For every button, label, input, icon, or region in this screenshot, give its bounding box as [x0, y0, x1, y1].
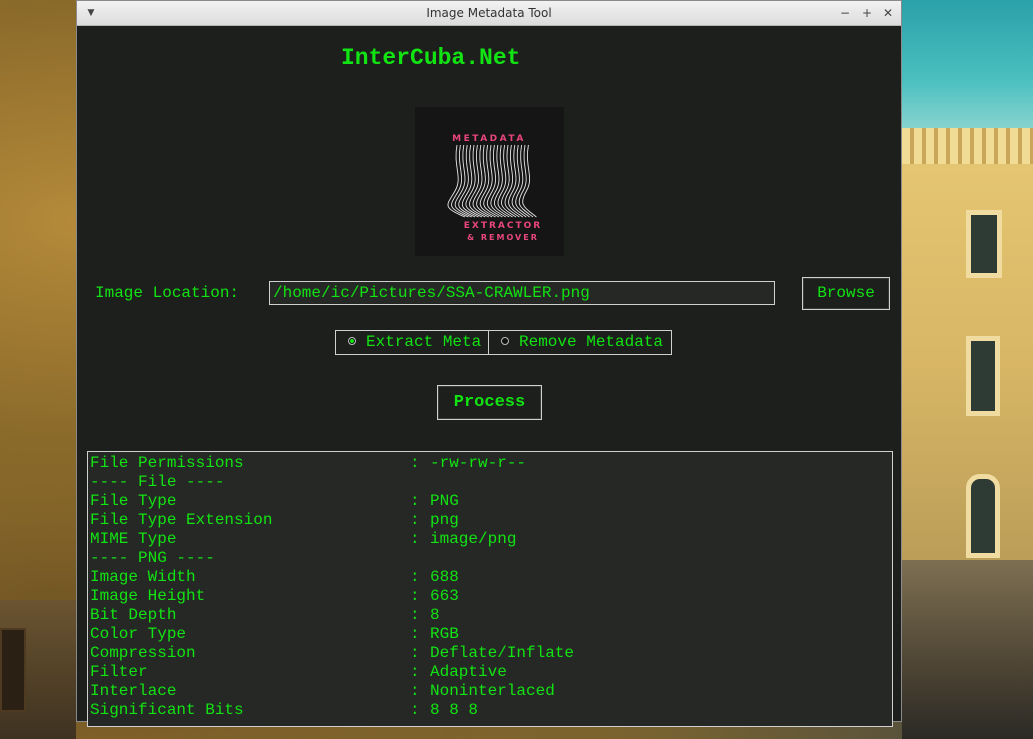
metadata-key: Color Type	[90, 625, 187, 643]
metadata-row: Interlace: Noninterlaced	[88, 682, 892, 701]
logo-wave-lines	[447, 144, 537, 218]
wallpaper-doorway	[966, 474, 1000, 558]
metadata-sep: :	[410, 530, 420, 548]
remove-metadata-label: Remove Metadata	[519, 333, 664, 351]
extract-metadata-label: Extract Meta	[366, 333, 482, 351]
metadata-value: PNG	[430, 492, 459, 510]
metadata-row: File Type Extension: png	[88, 511, 892, 530]
wallpaper-left-door	[0, 628, 26, 712]
metadata-row: ---- File ----	[88, 473, 892, 492]
metadata-key: File Permissions	[90, 454, 244, 472]
metadata-sep: :	[410, 492, 420, 510]
metadata-row: MIME Type: image/png	[88, 530, 892, 549]
browse-button[interactable]: Browse	[802, 277, 890, 310]
metadata-row: ---- PNG ----	[88, 549, 892, 568]
mode-radio-group: Extract Meta Remove Metadata	[335, 330, 672, 355]
image-location-input[interactable]	[269, 281, 775, 305]
metadata-key: ---- PNG ----	[90, 549, 215, 567]
metadata-value: image/png	[430, 530, 517, 548]
app-heading: InterCuba.Net	[341, 45, 521, 71]
metadata-value: -rw-rw-r--	[430, 454, 527, 472]
extract-metadata-radio[interactable]: Extract Meta	[336, 331, 488, 354]
metadata-key: File Type Extension	[90, 511, 273, 529]
metadata-key: Image Height	[90, 587, 206, 605]
metadata-sep: :	[410, 682, 420, 700]
logo-top-text: METADATA	[452, 134, 526, 144]
app-logo: METADATA EXTRACTOR & REMOVER	[415, 107, 564, 256]
wallpaper-window	[966, 336, 1000, 416]
window-title: Image Metadata Tool	[426, 6, 552, 20]
maximize-icon[interactable]: +	[859, 1, 875, 25]
logo-bottom-text-2: & REMOVER	[467, 233, 539, 242]
wallpaper-window	[966, 210, 1002, 278]
metadata-key: ---- File ----	[90, 473, 225, 491]
remove-metadata-radio[interactable]: Remove Metadata	[488, 331, 671, 354]
wallpaper-cornice	[902, 128, 1033, 164]
metadata-sep: :	[410, 568, 420, 586]
wallpaper-sky	[902, 0, 1033, 135]
image-location-label: Image Location:	[95, 284, 240, 302]
metadata-row: Significant Bits:8 8 8	[88, 701, 892, 720]
metadata-value: 688	[430, 568, 459, 586]
metadata-key: Significant Bits	[90, 701, 244, 719]
metadata-value: RGB	[430, 625, 459, 643]
metadata-value: 8 8 8	[430, 701, 479, 719]
metadata-key: Compression	[90, 644, 196, 662]
metadata-key: Interlace	[90, 682, 177, 700]
radio-unselected-icon	[501, 336, 509, 345]
title-bar[interactable]: ▼ Image Metadata Tool − + ✕	[77, 1, 901, 26]
metadata-sep: :	[410, 454, 420, 472]
metadata-key: Image Width	[90, 568, 196, 586]
metadata-row: Filter: Adaptive	[88, 663, 892, 682]
metadata-value: 663	[430, 587, 459, 605]
window-content: InterCuba.Net METADATA EXTRACTOR & REMOV…	[77, 25, 901, 727]
metadata-value: Adaptive	[430, 663, 507, 681]
metadata-sep: :	[410, 625, 420, 643]
radio-selected-icon	[348, 336, 356, 345]
metadata-sep: :	[410, 663, 420, 681]
metadata-value: Noninterlaced	[430, 682, 555, 700]
metadata-sep: :	[410, 644, 420, 662]
metadata-value: Deflate/Inflate	[430, 644, 575, 662]
metadata-value: png	[430, 511, 459, 529]
metadata-output-textarea[interactable]: File Permissions: -rw-rw-r-- ---- File ---…	[87, 451, 893, 727]
metadata-rows: File Permissions: -rw-rw-r-- ---- File ---…	[88, 452, 892, 720]
logo-bottom-text-1: EXTRACTOR	[464, 221, 542, 231]
metadata-row: Color Type: RGB	[88, 625, 892, 644]
metadata-sep: :	[410, 511, 420, 529]
app-window: ▼ Image Metadata Tool − + ✕ InterCuba.Ne…	[76, 0, 902, 727]
metadata-value: 8	[430, 606, 440, 624]
metadata-key: Bit Depth	[90, 606, 177, 624]
process-button[interactable]: Process	[437, 385, 542, 420]
wallpaper-street	[902, 560, 1033, 739]
metadata-logo-graphic: METADATA EXTRACTOR & REMOVER	[447, 134, 542, 242]
metadata-row: Image Height:663	[88, 587, 892, 606]
metadata-row: Image Width:688	[88, 568, 892, 587]
metadata-row: File Permissions: -rw-rw-r--	[88, 454, 892, 473]
metadata-row: Bit Depth:8	[88, 606, 892, 625]
minimize-icon[interactable]: −	[837, 1, 853, 25]
metadata-key: File Type	[90, 492, 177, 510]
metadata-sep: :	[410, 606, 420, 624]
close-icon[interactable]: ✕	[880, 1, 896, 25]
metadata-row: File Type: PNG	[88, 492, 892, 511]
metadata-sep: :	[410, 701, 420, 719]
metadata-key: Filter	[90, 663, 148, 681]
metadata-key: MIME Type	[90, 530, 177, 548]
metadata-sep: :	[410, 587, 420, 605]
metadata-row: Compression: Deflate/Inflate	[88, 644, 892, 663]
